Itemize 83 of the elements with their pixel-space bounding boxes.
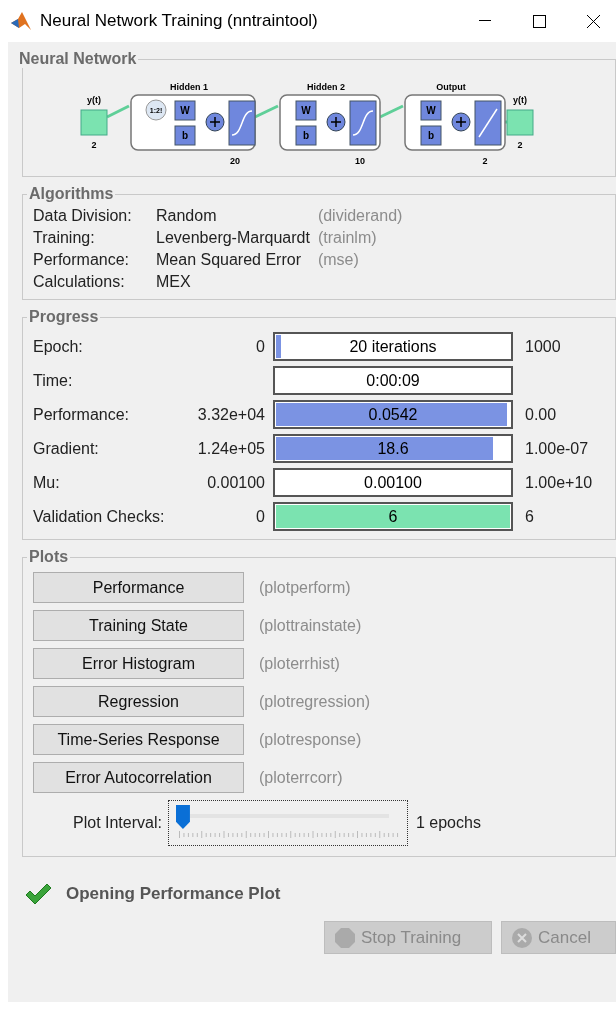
plot-button[interactable]: Error Histogram xyxy=(33,648,244,679)
layer-title: Hidden 2 xyxy=(307,82,345,92)
algorithm-value: MEX xyxy=(156,273,192,291)
panel-title: Neural Network xyxy=(18,50,138,68)
input-block xyxy=(80,109,108,136)
bar-value: 0.0542 xyxy=(368,405,418,424)
plot-button[interactable]: Regression xyxy=(33,686,244,717)
start-value: 3.32e+04 xyxy=(196,405,266,424)
window-title: Neural Network Training (nntraintool) xyxy=(40,11,319,31)
progress-label: Validation Checks: xyxy=(33,507,166,526)
checkmark-icon xyxy=(24,883,52,905)
input-size: 2 xyxy=(91,140,97,150)
sum-icon xyxy=(205,112,225,132)
function-name: (trainlm) xyxy=(317,229,378,247)
bias-block: b xyxy=(295,125,317,146)
layer-title: Hidden 1 xyxy=(170,82,208,92)
layer-size: 2 xyxy=(482,156,488,166)
layer-title: Output xyxy=(436,82,466,92)
progress-label: Time: xyxy=(33,371,74,390)
weight-block: W xyxy=(420,100,442,121)
progress-label: Performance: xyxy=(33,405,131,424)
input-label: y(t) xyxy=(87,95,101,105)
progress-label: Mu: xyxy=(33,473,61,492)
progress-label: Epoch: xyxy=(33,337,84,356)
algorithm-label: Performance: xyxy=(33,251,131,269)
bar-value: 18.6 xyxy=(377,439,409,458)
layer-size: 10 xyxy=(355,156,365,166)
bar-value: 20 iterations xyxy=(349,337,437,356)
start-value: 0 xyxy=(255,337,266,356)
end-value: 0.00 xyxy=(524,405,558,424)
minimize-icon[interactable] xyxy=(479,20,491,22)
algorithm-value: Levenberg-Marquardt xyxy=(156,229,310,247)
function-name: (plotperform) xyxy=(259,578,351,597)
panel-title: Plots xyxy=(28,548,70,566)
panel-title: Progress xyxy=(28,308,100,326)
end-value: 1000 xyxy=(524,337,562,356)
end-value: 6 xyxy=(524,507,535,526)
linear-transfer-icon xyxy=(474,100,502,146)
sum-icon xyxy=(326,112,346,132)
slider-thumb[interactable] xyxy=(175,805,190,829)
algorithm-label: Training: xyxy=(33,229,96,247)
algorithm-value: Mean Squared Error xyxy=(156,251,302,269)
close-icon[interactable] xyxy=(586,14,600,28)
sigmoid-transfer-icon xyxy=(349,100,377,146)
progress-label: Gradient: xyxy=(33,439,100,458)
slider-reading: 1 epochs xyxy=(415,814,481,832)
start-value: 1.24e+05 xyxy=(196,439,266,458)
slider-label: Plot Interval: xyxy=(73,814,162,832)
bar-value: 6 xyxy=(388,507,398,526)
output-block xyxy=(506,109,534,136)
plot-button[interactable]: Time-Series Response xyxy=(33,724,244,755)
start-value: 0.00100 xyxy=(206,473,266,492)
output-label: y(t) xyxy=(513,95,527,105)
end-value: 1.00e+10 xyxy=(524,473,594,492)
plot-button[interactable]: Training State xyxy=(33,610,244,641)
bias-block: b xyxy=(174,125,196,146)
status-message: Opening Performance Plot xyxy=(66,884,281,904)
function-name: (plottrainstate) xyxy=(259,616,362,635)
sum-icon xyxy=(451,112,471,132)
panel-title: Algorithms xyxy=(28,185,115,203)
weight-block: W xyxy=(295,100,317,121)
output-size: 2 xyxy=(517,140,523,150)
stop-sign-icon xyxy=(335,927,355,948)
plot-interval-slider[interactable] xyxy=(167,800,408,846)
weight-block: W xyxy=(174,100,196,121)
function-name: (mse) xyxy=(317,251,360,269)
end-value: 1.00e-07 xyxy=(524,439,590,458)
cancel-icon xyxy=(512,927,532,948)
function-name: (ploterrhist) xyxy=(259,654,340,673)
function-name: (plotresponse) xyxy=(259,730,362,749)
function-name: (dividerand) xyxy=(317,207,404,225)
function-name: (plotregression) xyxy=(259,692,371,711)
layer-size: 20 xyxy=(230,156,240,166)
function-name: (ploterrcorr) xyxy=(259,768,343,787)
algorithm-label: Calculations: xyxy=(33,273,126,291)
bias-block: b xyxy=(420,125,442,146)
algorithm-value: Random xyxy=(156,207,218,225)
start-value: 0 xyxy=(255,507,266,526)
plot-button[interactable]: Error Autocorrelation xyxy=(33,762,244,793)
sigmoid-transfer-icon xyxy=(228,100,256,146)
maximize-icon[interactable] xyxy=(532,14,546,28)
algorithm-label: Data Division: xyxy=(33,207,133,225)
plot-button[interactable]: Performance xyxy=(33,572,244,603)
